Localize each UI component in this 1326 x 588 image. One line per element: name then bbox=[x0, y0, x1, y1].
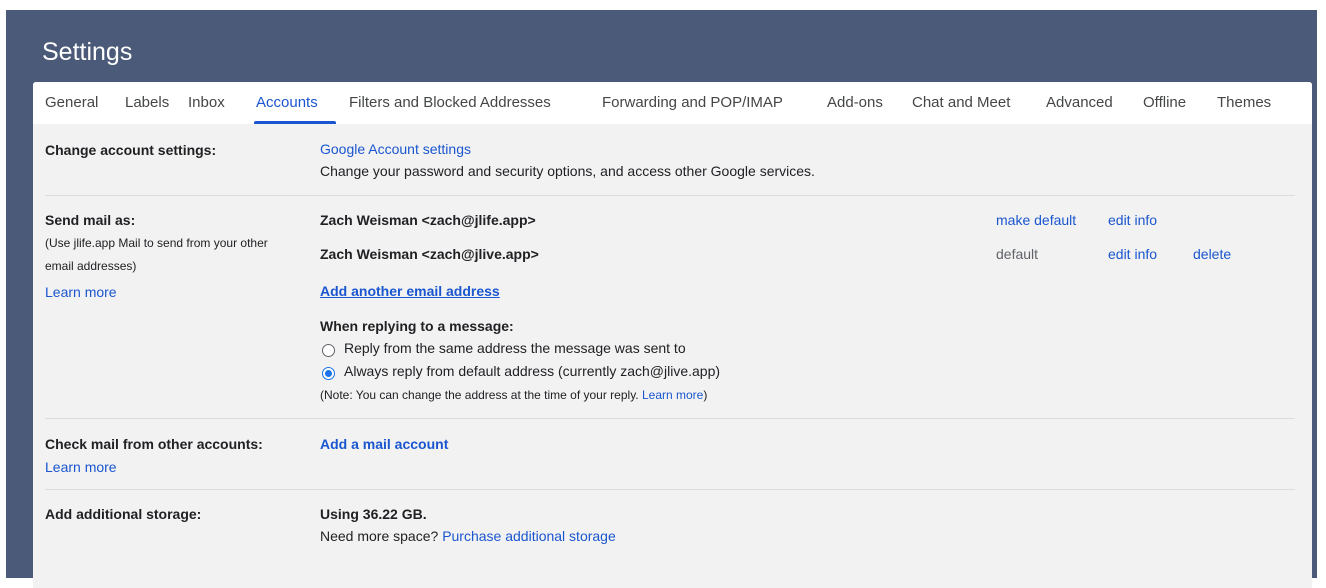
storage-usage: Using 36.22 GB. bbox=[320, 506, 427, 522]
tab-addons[interactable]: Add-ons bbox=[827, 94, 883, 111]
replying-heading: When replying to a message: bbox=[320, 318, 514, 334]
send-mail-note-line2: email addresses) bbox=[45, 259, 137, 273]
default-status-label: default bbox=[996, 246, 1039, 262]
reply-default-address-label: Always reply from default address (curre… bbox=[344, 363, 721, 379]
edit-info-link-2[interactable]: edit info bbox=[1108, 246, 1157, 262]
delete-address-link[interactable]: delete bbox=[1193, 246, 1231, 262]
change-account-label: Change account settings: bbox=[45, 142, 217, 158]
tab-filters[interactable]: Filters and Blocked Addresses bbox=[349, 94, 551, 111]
section-divider bbox=[45, 489, 1295, 490]
tab-forwarding[interactable]: Forwarding and POP/IMAP bbox=[602, 94, 783, 111]
tab-offline[interactable]: Offline bbox=[1143, 94, 1186, 111]
tab-advanced[interactable]: Advanced bbox=[1046, 94, 1113, 111]
tab-labels[interactable]: Labels bbox=[125, 94, 169, 111]
send-as-address-2: Zach Weisman <zach@jlive.app> bbox=[320, 246, 539, 262]
reply-same-address-radio[interactable] bbox=[322, 344, 335, 357]
check-mail-learn-more-link[interactable]: Learn more bbox=[45, 459, 117, 475]
reply-note-learn-more-link[interactable]: Learn more bbox=[642, 388, 703, 402]
settings-window: Settings General Labels Inbox Accounts F… bbox=[6, 10, 1317, 588]
storage-need-more: Need more space? Purchase additional sto… bbox=[320, 528, 616, 544]
reply-note-prefix: (Note: You can change the address at the… bbox=[320, 388, 642, 402]
edit-info-link-1[interactable]: edit info bbox=[1108, 212, 1157, 228]
tab-inbox[interactable]: Inbox bbox=[188, 94, 225, 111]
tab-accounts[interactable]: Accounts bbox=[256, 94, 318, 111]
check-mail-label: Check mail from other accounts: bbox=[45, 436, 263, 452]
tab-themes[interactable]: Themes bbox=[1217, 94, 1271, 111]
reply-default-address-radio[interactable] bbox=[322, 367, 335, 380]
storage-label: Add additional storage: bbox=[45, 506, 202, 522]
reply-note: (Note: You can change the address at the… bbox=[320, 388, 707, 402]
change-account-description: Change your password and security option… bbox=[320, 163, 815, 179]
add-another-email-link[interactable]: Add another email address bbox=[320, 283, 500, 299]
section-divider bbox=[45, 418, 1295, 419]
reply-note-suffix: ) bbox=[703, 388, 708, 402]
settings-panel: General Labels Inbox Accounts Filters an… bbox=[33, 82, 1312, 588]
reply-same-address-label: Reply from the same address the message … bbox=[344, 340, 686, 356]
purchase-storage-link[interactable]: Purchase additional storage bbox=[442, 528, 616, 544]
section-divider bbox=[45, 195, 1295, 196]
send-mail-learn-more-link[interactable]: Learn more bbox=[45, 284, 117, 300]
tab-chat-meet[interactable]: Chat and Meet bbox=[912, 94, 1010, 111]
add-mail-account-link[interactable]: Add a mail account bbox=[320, 436, 448, 452]
active-tab-indicator bbox=[254, 121, 336, 124]
need-more-text: Need more space? bbox=[320, 528, 443, 544]
send-mail-note-line1: (Use jlife.app Mail to send from your ot… bbox=[45, 236, 268, 250]
send-mail-label: Send mail as: bbox=[45, 212, 136, 228]
settings-tabs: General Labels Inbox Accounts Filters an… bbox=[33, 82, 1312, 124]
page-title: Settings bbox=[42, 38, 133, 66]
google-account-settings-link[interactable]: Google Account settings bbox=[320, 141, 471, 157]
tab-general[interactable]: General bbox=[45, 94, 98, 111]
send-as-address-1: Zach Weisman <zach@jlife.app> bbox=[320, 212, 536, 228]
make-default-link[interactable]: make default bbox=[996, 212, 1076, 228]
